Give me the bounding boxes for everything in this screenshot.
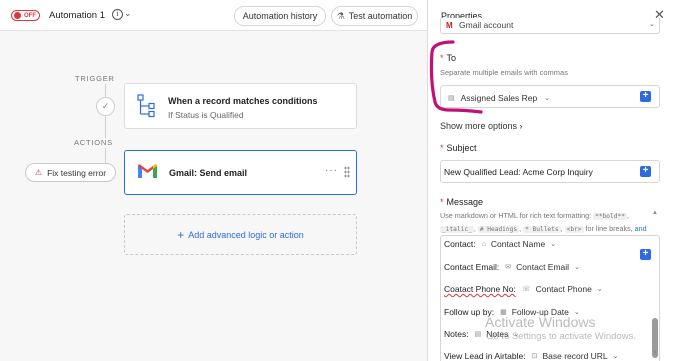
- connector-line: [105, 148, 106, 163]
- add-advanced-logic-label: Add advanced logic or action: [188, 229, 304, 240]
- toggle-label: OFF: [24, 12, 36, 19]
- toggle-knob: [14, 12, 21, 19]
- properties-panel: Properties ✕ M Gmail account ⌄ * To Separ…: [427, 0, 680, 361]
- message-line: Coatact Phone No: ☏ Contact Phone ⌄: [444, 284, 603, 294]
- field-token-icon: ▤: [448, 94, 455, 102]
- automation-history-button[interactable]: Automation history: [234, 6, 326, 26]
- top-bar: OFF Automation 1 i ⌄ Automation history …: [0, 0, 427, 31]
- gmail-icon: [138, 164, 157, 178]
- insert-field-plus-icon[interactable]: +: [640, 166, 651, 177]
- plus-icon: +: [177, 227, 185, 242]
- message-line: Contact: ⌂ Contact Name ⌄: [444, 239, 557, 249]
- activate-windows-subtitle: Go to Settings to activate Windows.: [486, 331, 636, 342]
- to-field[interactable]: ▤ Assigned Sales Rep ⌄ +: [440, 85, 660, 108]
- chevron-down-icon: ⌄: [649, 21, 655, 28]
- workflow-canvas: TRIGGER ✓ ACTIONS When a record matches …: [0, 31, 427, 361]
- subject-value: New Qualified Lead: Acme Corp Inquiry: [444, 167, 593, 177]
- trigger-title: When a record matches conditions: [168, 96, 318, 106]
- more-options-icon[interactable]: ···: [325, 165, 338, 176]
- activate-windows-watermark: Activate Windows: [485, 314, 596, 330]
- connector-line: [105, 84, 106, 97]
- flask-icon: ⚗: [336, 10, 345, 21]
- add-advanced-logic-button[interactable]: + Add advanced logic or action: [124, 214, 357, 255]
- contact-phone-token[interactable]: ☏ Contact Phone ⌄: [522, 284, 603, 294]
- automation-name[interactable]: Automation 1: [49, 10, 105, 21]
- message-line: View Lead in Airtable: ⊡ Base record URL ⌄: [444, 351, 619, 361]
- contact-name-token[interactable]: ⌂ Contact Name ⌄: [482, 239, 556, 249]
- trigger-card[interactable]: When a record matches conditions If Stat…: [124, 83, 357, 129]
- message-editor[interactable]: Contact: ⌂ Contact Name ⌄ Contact Email: ✉…: [440, 235, 660, 361]
- gmail-small-icon: M: [446, 21, 453, 30]
- show-more-options-link[interactable]: Show more options ›: [440, 121, 523, 131]
- action-title: Gmail: Send email: [169, 168, 248, 178]
- trigger-subtitle: If Status is Qualified: [168, 110, 244, 120]
- to-label: * To: [440, 53, 457, 63]
- message-label: * Message: [440, 197, 484, 207]
- base-record-url-token[interactable]: ⊡ Base record URL ⌄: [532, 351, 619, 361]
- gmail-account-value: Gmail account: [459, 20, 514, 30]
- chevron-down-icon: ⌄: [544, 94, 551, 102]
- fix-testing-error-button[interactable]: ⚠ Fix testing error: [25, 163, 116, 182]
- check-icon: ✓: [96, 97, 115, 116]
- fix-testing-error-label: Fix testing error: [47, 167, 107, 178]
- warning-icon: ⚠: [34, 168, 43, 177]
- connector-line: [105, 116, 106, 138]
- message-line: Contact Email: ✉ Contact Email ⌄: [444, 262, 580, 272]
- actions-section-label: ACTIONS: [74, 138, 113, 147]
- contact-email-token[interactable]: ✉ Contact Email ⌄: [505, 262, 580, 272]
- subject-label: * Subject: [440, 143, 477, 153]
- insert-field-plus-icon[interactable]: +: [640, 249, 651, 260]
- test-automation-button[interactable]: ⚗ Test automation: [331, 6, 418, 26]
- to-hint: Separate multiple emails with commas: [440, 68, 568, 77]
- trigger-section-label: TRIGGER: [75, 74, 115, 83]
- assigned-sales-rep-token[interactable]: ▤ Assigned Sales Rep ⌄: [448, 91, 550, 104]
- subject-field[interactable]: New Qualified Lead: Acme Corp Inquiry +: [440, 160, 660, 183]
- automation-toggle[interactable]: OFF: [11, 10, 40, 21]
- chevron-down-icon[interactable]: ⌄: [124, 8, 132, 19]
- scroll-down-icon[interactable]: ▼: [652, 350, 658, 356]
- test-automation-label: Test automation: [348, 11, 413, 21]
- gmail-action-card[interactable]: Gmail: Send email ···: [124, 150, 357, 195]
- trigger-tree-icon: [137, 94, 155, 118]
- insert-field-plus-icon[interactable]: +: [640, 91, 651, 102]
- info-icon[interactable]: i: [112, 9, 123, 20]
- scroll-up-icon[interactable]: ▲: [652, 210, 658, 216]
- drag-handle-icon[interactable]: [344, 166, 350, 178]
- gmail-account-select[interactable]: M Gmail account ⌄: [440, 18, 660, 34]
- token-label: Assigned Sales Rep: [460, 92, 538, 103]
